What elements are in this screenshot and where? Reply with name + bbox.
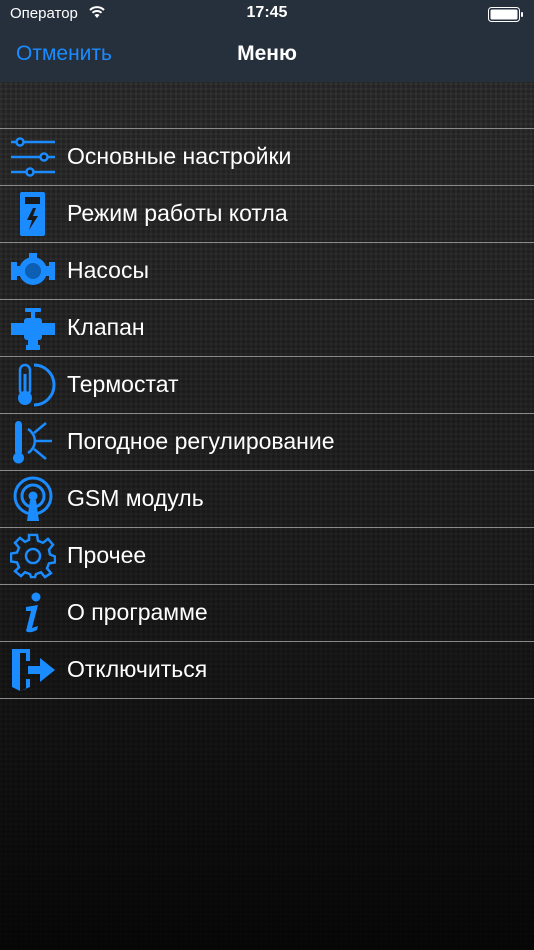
valve-icon <box>11 308 55 350</box>
weather-sensor-icon <box>13 421 52 464</box>
menu-item-main-settings[interactable]: Основные настройки <box>0 129 534 186</box>
thermostat-icon <box>18 363 56 407</box>
menu-item-label: Отключиться <box>67 656 208 682</box>
menu-list: Основные настройки Режим работы котла На… <box>0 128 534 699</box>
menu-item-boiler-mode[interactable]: Режим работы котла <box>0 186 534 243</box>
menu-item-label: Погодное регулирование <box>67 428 335 454</box>
menu-item-pumps[interactable]: Насосы <box>0 243 534 300</box>
gear-icon <box>10 533 56 579</box>
menu-item-disconnect[interactable]: Отключиться <box>0 642 534 699</box>
status-bar: Оператор 17:45 <box>0 0 534 28</box>
menu-item-about[interactable]: О программе <box>0 585 534 642</box>
menu-item-label: Насосы <box>67 257 149 283</box>
menu-item-other[interactable]: Прочее <box>0 528 534 585</box>
menu-item-label: Клапан <box>67 314 145 340</box>
battery-icon <box>488 7 523 22</box>
menu-item-label: Прочее <box>67 542 147 568</box>
menu-item-thermostat[interactable]: Термостат <box>0 357 534 414</box>
clock: 17:45 <box>246 4 288 21</box>
antenna-icon <box>13 476 53 521</box>
menu-item-gsm-module[interactable]: GSM модуль <box>0 471 534 528</box>
menu-item-label: О программе <box>67 599 208 625</box>
logout-icon <box>12 649 55 691</box>
menu-item-label: Основные настройки <box>67 143 292 169</box>
menu-item-valve[interactable]: Клапан <box>0 300 534 357</box>
sliders-icon <box>11 137 55 177</box>
menu-item-label: Термостат <box>67 371 179 397</box>
navigation-bar: Оператор 17:45 Отменить Меню <box>0 0 534 82</box>
menu-item-weather-control[interactable]: Погодное регулирование <box>0 414 534 471</box>
menu-item-label: GSM модуль <box>67 485 204 511</box>
menu-item-label: Режим работы котла <box>67 200 288 226</box>
page-title: Меню <box>237 42 297 65</box>
info-icon <box>26 592 41 633</box>
boiler-icon <box>20 192 45 236</box>
pump-icon <box>11 253 55 285</box>
